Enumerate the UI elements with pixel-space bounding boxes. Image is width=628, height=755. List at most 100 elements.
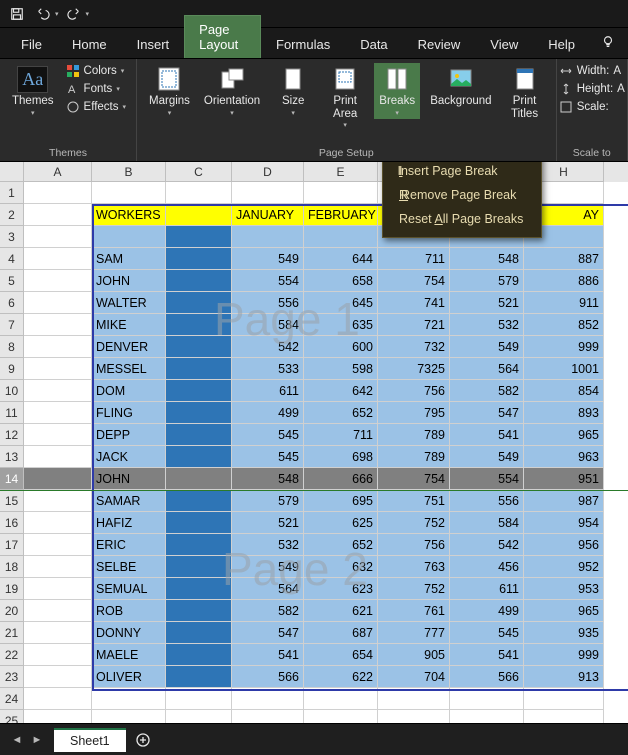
cell[interactable] xyxy=(166,380,232,402)
worksheet-area[interactable]: Page 1 Page 2 ABCDEFGH 12WORKERSJANUARYF… xyxy=(0,162,628,723)
orientation-button[interactable]: Orientation ▾ xyxy=(200,63,264,119)
cell[interactable]: 611 xyxy=(232,380,304,402)
cell[interactable]: 711 xyxy=(304,424,378,446)
cell[interactable] xyxy=(166,534,232,556)
cell[interactable]: DEPP xyxy=(92,424,166,446)
cell[interactable]: 598 xyxy=(304,358,378,380)
row-header[interactable]: 2 xyxy=(0,204,24,226)
cell[interactable]: 564 xyxy=(232,578,304,600)
cell[interactable]: 789 xyxy=(378,446,450,468)
cell[interactable]: 905 xyxy=(378,644,450,666)
cell[interactable]: 584 xyxy=(450,512,524,534)
cell[interactable]: 456 xyxy=(450,556,524,578)
cell[interactable]: SEMUAL xyxy=(92,578,166,600)
cell[interactable]: 541 xyxy=(450,424,524,446)
cell[interactable]: 645 xyxy=(304,292,378,314)
cell[interactable]: DOM xyxy=(92,380,166,402)
cell[interactable]: 554 xyxy=(232,270,304,292)
cell[interactable]: 999 xyxy=(524,644,604,666)
cell[interactable] xyxy=(166,512,232,534)
cell[interactable]: 541 xyxy=(450,644,524,666)
cell[interactable]: 752 xyxy=(378,512,450,534)
cell[interactable] xyxy=(24,446,92,468)
cell[interactable]: JACK xyxy=(92,446,166,468)
tab-review[interactable]: Review xyxy=(403,30,476,58)
cell[interactable]: 623 xyxy=(304,578,378,600)
cell[interactable] xyxy=(166,556,232,578)
cell[interactable] xyxy=(24,204,92,226)
cell[interactable]: 761 xyxy=(378,600,450,622)
cell[interactable] xyxy=(24,556,92,578)
cell[interactable] xyxy=(24,644,92,666)
row-header[interactable]: 8 xyxy=(0,336,24,358)
cell[interactable]: 642 xyxy=(304,380,378,402)
size-button[interactable]: Size ▾ xyxy=(270,63,316,119)
row-header[interactable]: 9 xyxy=(0,358,24,380)
cell[interactable]: 658 xyxy=(304,270,378,292)
cell[interactable]: 556 xyxy=(232,292,304,314)
cell[interactable]: 652 xyxy=(304,534,378,556)
cell[interactable]: JANUARY xyxy=(232,204,304,226)
cell[interactable] xyxy=(24,468,92,490)
cell[interactable] xyxy=(166,314,232,336)
cell[interactable]: 965 xyxy=(524,600,604,622)
row-header[interactable]: 12 xyxy=(0,424,24,446)
cell[interactable]: SAMAR xyxy=(92,490,166,512)
cell[interactable]: 956 xyxy=(524,534,604,556)
menu-reset-all-page-breaks[interactable]: Reset All Page Breaks xyxy=(385,207,539,231)
cell[interactable]: HAFIZ xyxy=(92,512,166,534)
cell[interactable] xyxy=(378,710,450,723)
cell[interactable]: JOHN xyxy=(92,270,166,292)
cell[interactable] xyxy=(304,710,378,723)
cell[interactable] xyxy=(24,688,92,710)
background-button[interactable]: Background xyxy=(426,63,495,110)
col-header-D[interactable]: D xyxy=(232,162,304,182)
cell[interactable] xyxy=(524,688,604,710)
cell[interactable]: 763 xyxy=(378,556,450,578)
col-header-C[interactable]: C xyxy=(166,162,232,182)
tab-insert[interactable]: Insert xyxy=(122,30,185,58)
cell[interactable]: 654 xyxy=(304,644,378,666)
cell[interactable]: 795 xyxy=(378,402,450,424)
cell[interactable]: WALTER xyxy=(92,292,166,314)
cell[interactable]: 579 xyxy=(450,270,524,292)
cell[interactable]: 541 xyxy=(232,644,304,666)
cell[interactable]: ERIC xyxy=(92,534,166,556)
cell[interactable] xyxy=(92,182,166,204)
cell[interactable] xyxy=(24,380,92,402)
tab-data[interactable]: Data xyxy=(345,30,402,58)
cell[interactable]: 532 xyxy=(232,534,304,556)
breaks-button[interactable]: Breaks ▾ xyxy=(374,63,420,119)
row-header[interactable]: 13 xyxy=(0,446,24,468)
cell[interactable]: 542 xyxy=(450,534,524,556)
cell[interactable] xyxy=(166,710,232,723)
cell[interactable] xyxy=(304,688,378,710)
cell[interactable]: 777 xyxy=(378,622,450,644)
cell[interactable] xyxy=(166,182,232,204)
cell[interactable]: 756 xyxy=(378,534,450,556)
cell[interactable]: MESSEL xyxy=(92,358,166,380)
cell[interactable] xyxy=(378,688,450,710)
cell[interactable]: 545 xyxy=(232,446,304,468)
cell[interactable] xyxy=(24,578,92,600)
cell[interactable] xyxy=(166,468,232,490)
cell[interactable] xyxy=(524,710,604,723)
cell[interactable] xyxy=(166,204,232,226)
row-header[interactable]: 24 xyxy=(0,688,24,710)
row-header[interactable]: 4 xyxy=(0,248,24,270)
menu-insert-page-break[interactable]: IInsert Page Break xyxy=(385,162,539,183)
row-header[interactable]: 14 xyxy=(0,468,24,490)
col-header-E[interactable]: E xyxy=(304,162,378,182)
qat-customize-icon[interactable]: ▾ xyxy=(86,10,90,18)
sheet-tab-sheet1[interactable]: Sheet1 xyxy=(54,728,126,752)
cell[interactable] xyxy=(232,226,304,248)
select-all-corner[interactable] xyxy=(0,162,24,182)
cell[interactable] xyxy=(24,622,92,644)
cell[interactable]: 545 xyxy=(450,622,524,644)
width-control[interactable]: Width: A xyxy=(557,63,627,79)
cell[interactable]: 549 xyxy=(450,336,524,358)
cell[interactable] xyxy=(166,644,232,666)
cell[interactable]: 913 xyxy=(524,666,604,688)
cell[interactable] xyxy=(166,270,232,292)
cell[interactable] xyxy=(92,710,166,723)
